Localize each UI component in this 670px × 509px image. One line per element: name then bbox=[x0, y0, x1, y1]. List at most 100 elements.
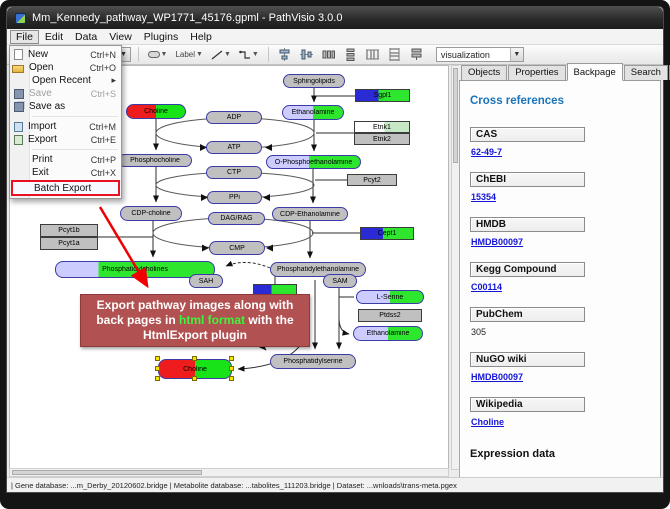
distribute-vertical-button[interactable] bbox=[342, 47, 360, 63]
file-menu-item-open-recent[interactable]: Open Recent▸ bbox=[10, 74, 121, 87]
node-cdp-choline[interactable]: CDP-choline bbox=[120, 206, 182, 221]
menu-plugins[interactable]: Plugins bbox=[138, 30, 184, 44]
menu-item-label: Open bbox=[29, 62, 84, 73]
node-label: CDP-choline bbox=[131, 210, 170, 217]
file-menu-item-import[interactable]: ImportCtrl+M bbox=[10, 120, 121, 133]
chevron-down-icon[interactable]: ▼ bbox=[510, 48, 523, 61]
node-ctp[interactable]: CTP bbox=[206, 166, 262, 179]
node-sphingolipids[interactable]: Sphingolipids bbox=[283, 74, 345, 88]
file-menu-item-print[interactable]: Print Ctrl+P bbox=[10, 153, 121, 166]
node-phosphocholine[interactable]: Phosphocholine bbox=[118, 154, 192, 167]
screenshot-frame: Mm_Kennedy_pathway_WP1771_45176.gpml - P… bbox=[0, 0, 670, 509]
node-cdp-ethanolamine[interactable]: CDP-Ethanolamine bbox=[272, 207, 348, 221]
stack-button[interactable] bbox=[408, 47, 426, 63]
node-label: ADP bbox=[227, 114, 241, 121]
tab-backpage[interactable]: Backpage bbox=[567, 63, 623, 81]
selection-handle[interactable] bbox=[155, 356, 160, 361]
xref-link[interactable]: C00114 bbox=[471, 282, 502, 292]
common-height-button[interactable] bbox=[364, 47, 382, 63]
chevron-down-icon[interactable]: ▼ bbox=[224, 51, 231, 58]
xref-link[interactable]: 15354 bbox=[471, 192, 496, 202]
node-l-serine[interactable]: L-Serine bbox=[356, 290, 424, 304]
menu-item-label: Print bbox=[32, 154, 85, 165]
menu-help[interactable]: Help bbox=[184, 30, 218, 44]
node-ppi[interactable]: PPi bbox=[207, 191, 262, 204]
node-choline[interactable]: Choline bbox=[126, 104, 186, 119]
selection-handle[interactable] bbox=[229, 376, 234, 381]
align-center-horizontal-button[interactable] bbox=[298, 47, 316, 63]
gene-node-pcyt2[interactable]: Pcyt2 bbox=[347, 174, 397, 186]
gene-node-pcyt1a[interactable]: Pcyt1a bbox=[40, 237, 98, 250]
chevron-down-icon[interactable]: ▼ bbox=[252, 51, 259, 58]
gene-node-etnk2[interactable]: Etnk2 bbox=[354, 133, 410, 145]
node-adp[interactable]: ADP bbox=[206, 111, 262, 124]
file-menu-item-new[interactable]: NewCtrl+N bbox=[10, 48, 121, 61]
file-menu-item-export[interactable]: ExportCtrl+E bbox=[10, 133, 121, 146]
menu-file[interactable]: File bbox=[10, 30, 39, 44]
import-icon bbox=[14, 122, 23, 132]
node-o-phosphoethanolamine[interactable]: O-Phosphoethanolamine bbox=[266, 155, 361, 169]
tab-properties[interactable]: Properties bbox=[508, 65, 565, 80]
node-choline[interactable]: Choline bbox=[158, 359, 232, 379]
distribute-horizontal-button[interactable] bbox=[320, 47, 338, 63]
scrollbar-thumb[interactable] bbox=[453, 68, 458, 163]
visualization-value: visualization bbox=[437, 50, 510, 60]
xref-link[interactable]: HMDB00097 bbox=[471, 237, 523, 247]
file-menu-item-save-as[interactable]: Save as bbox=[10, 100, 121, 113]
node-sam[interactable]: SAM bbox=[323, 274, 357, 288]
node-label: Choline bbox=[183, 366, 207, 373]
file-menu-item-save[interactable]: SaveCtrl+S bbox=[10, 87, 121, 100]
selection-handle[interactable] bbox=[155, 376, 160, 381]
node-atp[interactable]: ATP bbox=[206, 141, 262, 154]
node-ethanolamine[interactable]: Ethanolamine bbox=[353, 326, 423, 341]
gene-node-etnk1[interactable]: Etnk1 bbox=[354, 121, 410, 133]
menu-edit[interactable]: Edit bbox=[39, 30, 69, 44]
menu-item-label: Batch Export bbox=[34, 183, 108, 194]
menu-item-shortcut: Ctrl+S bbox=[91, 89, 116, 99]
connector-tool-button[interactable]: ▼ bbox=[237, 47, 261, 63]
menu-item-shortcut: Ctrl+P bbox=[91, 155, 116, 165]
node-sah[interactable]: SAH bbox=[189, 274, 223, 288]
align-center-vertical-button[interactable] bbox=[276, 47, 294, 63]
title-bar[interactable]: Mm_Kennedy_pathway_WP1771_45176.gpml - P… bbox=[7, 7, 663, 29]
xref-link[interactable]: HMDB00097 bbox=[471, 372, 523, 382]
menu-item-shortcut: Ctrl+E bbox=[91, 135, 116, 145]
chevron-down-icon[interactable]: ▼ bbox=[161, 51, 168, 58]
node-dag-rag[interactable]: DAG/RAG bbox=[208, 212, 265, 225]
gene-node-pcyt1b[interactable]: Pcyt1b bbox=[40, 224, 98, 237]
node-label: Etnk2 bbox=[373, 136, 391, 143]
no-icon bbox=[12, 168, 27, 178]
menu-separator bbox=[32, 116, 118, 117]
annotation-callout: Export pathway images along with back pa… bbox=[80, 294, 310, 347]
file-menu-item-exit[interactable]: ExitCtrl+X bbox=[10, 166, 121, 179]
xref-link[interactable]: Choline bbox=[471, 417, 504, 427]
visualization-combobox[interactable]: visualization ▼ bbox=[436, 47, 524, 62]
common-width-button[interactable] bbox=[386, 47, 404, 63]
file-menu-item-open[interactable]: OpenCtrl+O bbox=[10, 61, 121, 74]
node-ethanolamine[interactable]: Ethanolamine bbox=[282, 105, 344, 120]
tab-search[interactable]: Search bbox=[624, 65, 668, 80]
gene-node-cept1[interactable]: Cept1 bbox=[360, 227, 414, 240]
gene-node-tool-button[interactable]: ▼ bbox=[146, 47, 170, 63]
menu-item-shortcut: Ctrl+N bbox=[90, 50, 116, 60]
canvas-horizontal-scrollbar[interactable] bbox=[9, 468, 449, 477]
label-tool-button[interactable]: Label ▼ bbox=[173, 47, 205, 63]
menu-data[interactable]: Data bbox=[69, 30, 103, 44]
selection-handle[interactable] bbox=[155, 366, 160, 371]
line-tool-button[interactable]: ▼ bbox=[209, 47, 233, 63]
file-menu-item-batch-export[interactable]: Batch Export bbox=[11, 180, 120, 196]
chevron-down-icon[interactable]: ▼ bbox=[196, 51, 203, 58]
xref-link[interactable]: 62-49-7 bbox=[471, 147, 502, 157]
tab-objects[interactable]: Objects bbox=[461, 65, 507, 80]
menu-item-shortcut: Ctrl+M bbox=[89, 122, 116, 132]
selection-handle[interactable] bbox=[192, 376, 197, 381]
gene-node-ptdss2[interactable]: Ptdss2 bbox=[358, 309, 422, 322]
selection-handle[interactable] bbox=[192, 356, 197, 361]
scrollbar-thumb[interactable] bbox=[12, 470, 202, 475]
node-cmp[interactable]: CMP bbox=[209, 241, 265, 255]
node-phosphatidylserine[interactable]: Phosphatidylserine bbox=[270, 354, 356, 369]
gene-node-sgpl1[interactable]: Sgpl1 bbox=[355, 89, 410, 102]
menu-view[interactable]: View bbox=[103, 30, 138, 44]
selection-handle[interactable] bbox=[229, 366, 234, 371]
selection-handle[interactable] bbox=[229, 356, 234, 361]
